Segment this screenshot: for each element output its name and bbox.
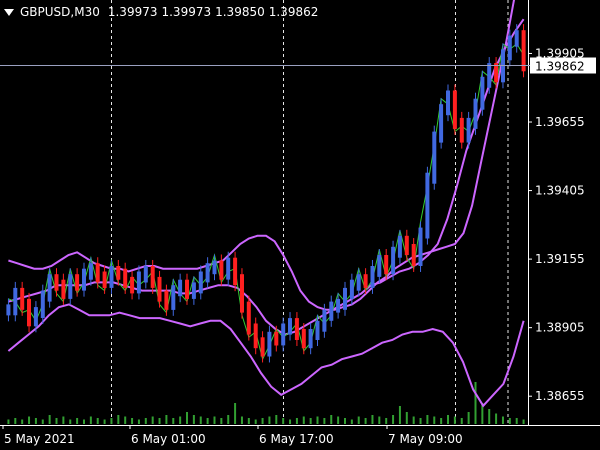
candle-body [349,279,354,299]
candle-body [68,274,73,299]
candle-body [123,268,128,288]
candle-body [487,63,492,88]
current-price-label: 1.39862 [535,60,585,74]
candle-body [240,274,244,313]
candle-body [171,285,176,310]
candle-body [95,263,100,283]
candle-body [363,274,368,288]
candle-body [281,323,286,346]
candle-body [439,104,444,143]
y-tick-label: 1.39155 [535,252,585,266]
candle-body [253,323,258,349]
y-tick-label: 1.38905 [535,321,585,335]
candle-body [356,274,361,291]
candle-body [13,287,18,316]
candle-body [404,235,409,255]
candle-body [274,331,279,346]
candle-body [473,98,478,129]
candle-body [109,266,114,288]
candle-body [185,279,189,299]
candle-body [459,117,464,143]
upper-band-line [8,0,516,311]
candle-body [343,287,347,310]
candle-body [418,227,423,266]
candle-body [246,301,251,335]
candle-body [466,117,471,143]
candle-body [391,246,396,275]
candle-body [54,274,59,291]
candle-body [315,320,320,340]
candle-body [136,271,141,294]
y-tick-label: 1.39405 [535,184,585,198]
candle-body [432,131,437,184]
candle-body [446,90,450,116]
candle-body [47,274,52,302]
x-tick-label: 6 May 17:00 [259,432,334,446]
candle-body [377,255,382,277]
candle-body [226,257,231,280]
candle-body [260,337,265,357]
candle-body [33,307,38,327]
candle-body [514,30,519,47]
candle-body [198,271,203,294]
candle-body [178,279,183,297]
candle-body [301,329,306,349]
y-tick-label: 1.38655 [535,389,585,403]
candle-body [164,290,169,310]
candle-body [27,298,31,327]
candle-body [88,263,93,280]
candle-body [82,268,86,291]
candle-body [116,266,121,280]
candle-body [233,257,238,286]
candle-body [370,266,375,288]
y-tick-label: 1.39905 [535,46,585,60]
price-chart-svg[interactable]: 1.398621.39905 1.39655 1.39405 1.39155 1.389… [0,0,600,450]
candle-body [322,309,327,332]
candle-body [40,290,45,318]
candle-body [20,287,25,310]
candle-body [143,266,148,283]
candle-body [425,172,430,239]
candle-body [411,244,416,266]
candle-body [130,276,135,294]
x-tick-label: 5 May 2021 [4,432,75,446]
candle-body [397,235,402,258]
candle-body [205,263,210,283]
candle-body [267,331,272,357]
candle-body [452,90,457,129]
candle-body [308,329,313,349]
candle-body [219,260,224,280]
y-tick-label: 1.39655 [535,115,585,129]
candle-body [294,318,299,340]
candle-body [102,271,107,288]
candle-body [212,260,217,275]
x-tick-label: 6 May 01:00 [131,432,206,446]
chart-window: GBPUSD,M30 1.39973 1.39973 1.39850 1.398… [0,0,600,450]
candle-body [480,76,485,110]
candle-body [191,282,196,299]
candle-body [6,304,11,316]
candle-body [288,318,292,335]
candle-body [384,255,389,275]
candle-body [329,301,334,321]
x-tick-label: 7 May 09:00 [388,432,463,446]
candle-body [157,276,162,302]
candle-body [61,279,66,299]
candle-body [150,266,155,288]
candle-body [336,298,341,313]
candle-body [507,35,512,61]
candle-body [75,274,80,291]
